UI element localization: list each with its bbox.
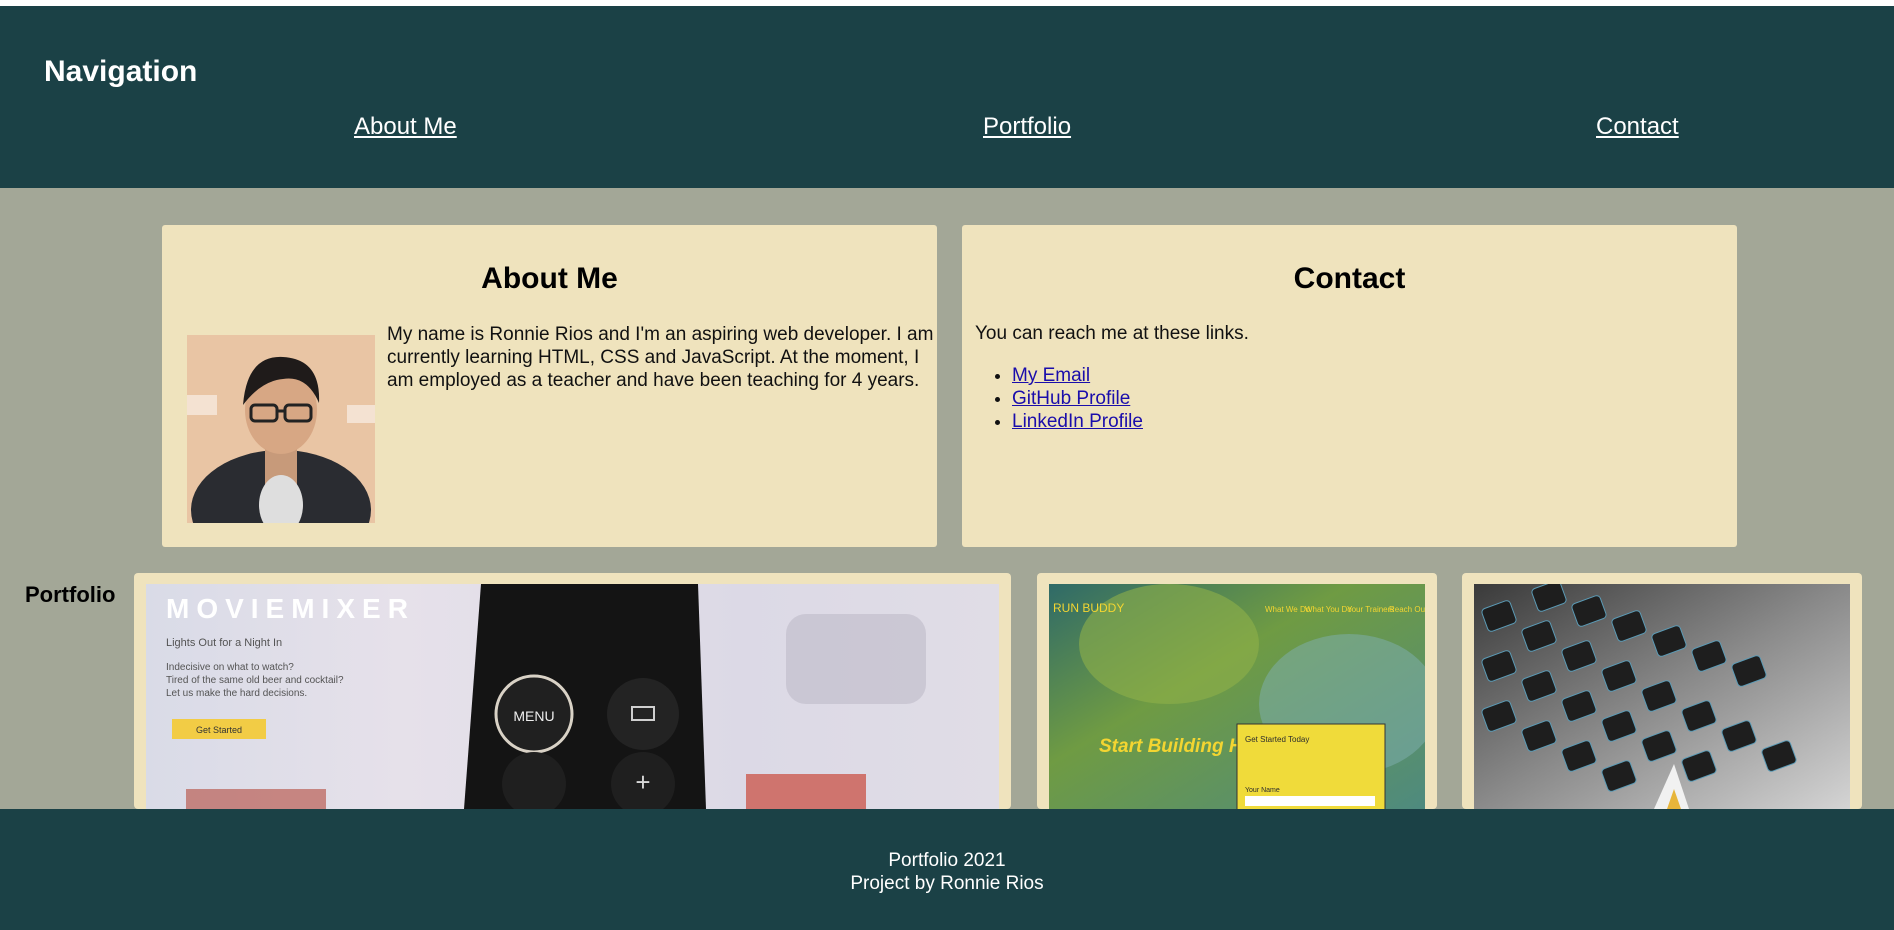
runbuddy-nav-2: What You Do xyxy=(1305,605,1352,614)
email-link[interactable]: My Email xyxy=(1012,365,1090,386)
runbuddy-screenshot: RUN BUDDY What We Do What You Do Your Tr… xyxy=(1049,584,1425,809)
remote-menu-label: MENU xyxy=(513,708,554,724)
runbuddy-nav-3: Your Trainers xyxy=(1347,605,1394,614)
moviemixer-title: MOVIEMIXER xyxy=(166,593,415,624)
github-link[interactable]: GitHub Profile xyxy=(1012,388,1130,409)
nav-title: Navigation xyxy=(44,55,198,88)
contact-links-list: My Email GitHub Profile LinkedIn Profile xyxy=(975,364,1143,433)
moviemixer-screenshot: + MENU MOVIEMIXER Lights Out for a Night… xyxy=(146,584,999,809)
moviemixer-line3: Let us make the hard decisions. xyxy=(166,688,307,699)
runbuddy-form-title: Get Started Today xyxy=(1245,735,1309,744)
footer-line1: Portfolio 2021 xyxy=(888,850,1006,871)
moviemixer-get-started: Get Started xyxy=(196,725,242,735)
about-text: My name is Ronnie Rios and I'm an aspiri… xyxy=(387,324,934,391)
about-title: About Me xyxy=(481,262,618,295)
linkedin-link[interactable]: LinkedIn Profile xyxy=(1012,411,1143,432)
site-header: Navigation About Me Portfolio Contact xyxy=(0,6,1894,188)
contact-title: Contact xyxy=(1293,262,1406,295)
moviemixer-line1: Indecisive on what to watch? xyxy=(166,662,294,673)
footer-line2: Project by Ronnie Rios xyxy=(850,873,1044,894)
nav-link-about[interactable]: About Me xyxy=(354,112,457,142)
svg-text:+: + xyxy=(635,767,650,797)
list-item: GitHub Profile xyxy=(1012,387,1143,410)
project-card-runbuddy[interactable]: RUN BUDDY What We Do What You Do Your Tr… xyxy=(1037,573,1437,809)
runbuddy-nav-4: Reach Out xyxy=(1389,605,1425,614)
contact-card: Contact You can reach me at these links.… xyxy=(962,225,1737,547)
moviemixer-line2: Tired of the same old beer and cocktail? xyxy=(166,675,344,686)
profile-photo xyxy=(187,335,375,523)
nav-link-portfolio[interactable]: Portfolio xyxy=(983,112,1071,142)
moviemixer-tagline: Lights Out for a Night In xyxy=(166,637,282,649)
list-item: My Email xyxy=(1012,364,1143,387)
about-card: About Me My name is Ronnie Rios and I'm … xyxy=(162,225,937,547)
portfolio-label: Portfolio xyxy=(25,582,116,607)
nav-link-contact[interactable]: Contact xyxy=(1596,112,1679,142)
project-card-keyboard[interactable] xyxy=(1462,573,1862,809)
runbuddy-brand: RUN BUDDY xyxy=(1053,601,1124,615)
list-item: LinkedIn Profile xyxy=(1012,410,1143,433)
runbuddy-nav-1: What We Do xyxy=(1265,605,1311,614)
project-card-moviemixer[interactable]: + MENU MOVIEMIXER Lights Out for a Night… xyxy=(134,573,1011,809)
contact-intro: You can reach me at these links. xyxy=(975,323,1249,344)
site-footer: Portfolio 2021 Project by Ronnie Rios xyxy=(0,809,1894,930)
keyboard-screenshot xyxy=(1474,584,1850,809)
runbuddy-form-field: Your Name xyxy=(1245,787,1280,794)
